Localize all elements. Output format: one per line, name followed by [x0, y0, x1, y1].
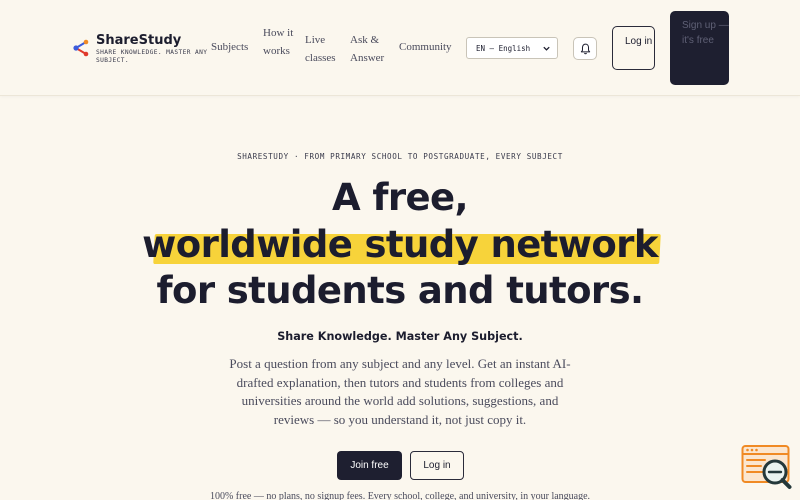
- search-code-icon[interactable]: [741, 444, 793, 490]
- notifications-button[interactable]: [573, 37, 597, 60]
- language-value: EN — English: [476, 43, 531, 53]
- nav-live-classes[interactable]: Live classes: [305, 31, 345, 67]
- hero-login-button[interactable]: Log in: [410, 451, 464, 480]
- nav-subjects[interactable]: Subjects: [211, 38, 248, 56]
- header-login-button[interactable]: Log in: [612, 26, 655, 70]
- join-free-button[interactable]: Join free: [337, 451, 402, 480]
- nav-ask-answer[interactable]: Ask & Answer: [350, 31, 390, 67]
- hero-footnote: 100% free — no plans, no signup fees. Ev…: [209, 491, 591, 500]
- hero-eyebrow: SHARESTUDY · FROM PRIMARY SCHOOL TO POST…: [237, 152, 563, 161]
- chevron-down-icon: [543, 46, 550, 51]
- nav-how-it-works[interactable]: How it works: [263, 24, 297, 60]
- hero-headline-line-1: A free,: [332, 176, 469, 219]
- site-header: ShareStudy SHARE KNOWLEDGE. MASTER ANY S…: [0, 0, 800, 96]
- signup-button[interactable]: Sign up — it's free: [670, 11, 729, 85]
- hero-subhead: Share Knowledge. Master Any Subject.: [277, 330, 523, 343]
- share-nodes-icon: [73, 39, 89, 57]
- hero-headline-line-3: for students and tutors.: [156, 269, 645, 312]
- hero-description: Post a question from any subject and any…: [229, 356, 571, 427]
- language-select[interactable]: EN — English: [466, 37, 558, 59]
- hero-headline-line-2: worldwide study network: [0, 223, 800, 267]
- brand-name: ShareStudy: [96, 33, 182, 48]
- brand[interactable]: ShareStudy SHARE KNOWLEDGE. MASTER ANY S…: [72, 33, 214, 64]
- bell-icon: [580, 43, 590, 54]
- brand-tagline: SHARE KNOWLEDGE. MASTER ANY SUBJECT.: [96, 49, 208, 64]
- hero-headline-highlighted-text: worldwide study network: [142, 223, 658, 266]
- nav-community[interactable]: Community: [399, 38, 452, 56]
